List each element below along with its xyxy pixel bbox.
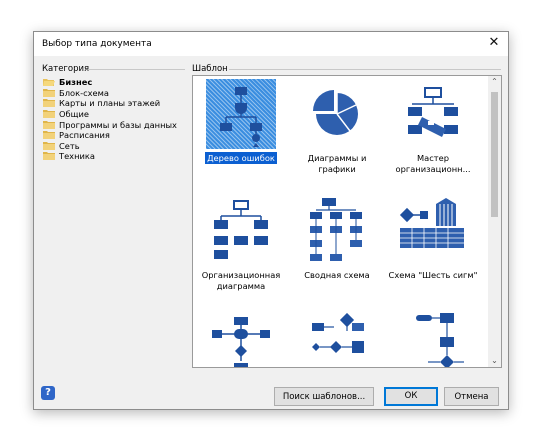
category-label: Категория	[42, 64, 90, 74]
pie-chart-icon	[302, 79, 372, 149]
category-item-software[interactable]: Программы и базы данных	[43, 119, 188, 130]
dialog-title: Выбор типа документа	[42, 39, 152, 49]
folder-icon	[43, 152, 55, 161]
category-item-engineering[interactable]: Техника	[43, 151, 188, 162]
org-chart-icon	[206, 196, 276, 266]
category-item-label: Программы и базы данных	[59, 119, 177, 130]
cancel-button[interactable]: Отмена	[444, 387, 499, 406]
category-item-schedule[interactable]: Расписания	[43, 130, 188, 141]
pivot-diagram-icon	[302, 196, 372, 266]
folder-icon	[43, 99, 55, 108]
scroll-up-icon[interactable]: ⌃	[488, 76, 501, 88]
search-templates-button[interactable]: Поиск шаблонов...	[274, 387, 374, 406]
document-type-dialog: Выбор типа документа ✕ Категория Бизнес …	[33, 31, 509, 410]
category-item-label: Бизнес	[59, 77, 93, 88]
category-list: Бизнес Блок-схема Карты и планы этажей О…	[43, 77, 188, 162]
help-icon[interactable]: ?	[41, 386, 55, 400]
open-folder-icon	[43, 79, 55, 87]
category-item-flowchart[interactable]: Блок-схема	[43, 88, 188, 99]
category-item-label: Сеть	[59, 140, 80, 151]
template-caption: Диаграммы и графики	[307, 153, 367, 174]
template-scrollbar[interactable]: ⌃ ⌄	[488, 76, 501, 367]
template-caption: Схема "Шесть сигм"	[388, 270, 478, 280]
category-item-label: Техника	[59, 151, 95, 162]
close-icon[interactable]: ✕	[480, 32, 508, 56]
category-item-label: Карты и планы этажей	[59, 98, 161, 109]
category-divider	[88, 69, 185, 70]
template-label: Шаблон	[192, 64, 228, 74]
flowchart-icon	[206, 313, 276, 367]
template-caption: Сводная схема	[304, 270, 370, 280]
template-caption: Дерево ошибок	[205, 152, 277, 164]
category-item-label: Блок-схема	[59, 87, 109, 98]
process-flow-icon	[302, 313, 372, 367]
category-item-label: Расписания	[59, 130, 110, 141]
category-item-maps[interactable]: Карты и планы этажей	[43, 98, 188, 109]
scroll-down-icon[interactable]: ⌄	[488, 355, 501, 367]
folder-icon	[43, 131, 55, 140]
template-divider	[229, 69, 501, 70]
scrollbar-thumb[interactable]	[491, 92, 498, 217]
folder-icon	[43, 120, 55, 129]
fault-tree-icon	[206, 79, 276, 149]
six-sigma-icon	[398, 196, 468, 266]
org-wizard-icon	[398, 79, 468, 149]
category-item-general[interactable]: Общие	[43, 109, 188, 120]
template-caption: Мастер организационн...	[395, 153, 471, 174]
category-item-business[interactable]: Бизнес	[43, 77, 188, 88]
category-item-label: Общие	[59, 109, 89, 120]
template-panel[interactable]: Дерево ошибок Диаграммы и графики Мастер…	[192, 75, 502, 368]
template-caption: Организационная диаграмма	[201, 270, 281, 291]
title-bar: Выбор типа документа ✕	[34, 32, 508, 56]
decision-flow-icon	[398, 313, 468, 367]
category-item-network[interactable]: Сеть	[43, 141, 188, 152]
folder-icon	[43, 110, 55, 119]
ok-button[interactable]: ОК	[384, 387, 438, 406]
folder-icon	[43, 88, 55, 97]
folder-icon	[43, 141, 55, 150]
